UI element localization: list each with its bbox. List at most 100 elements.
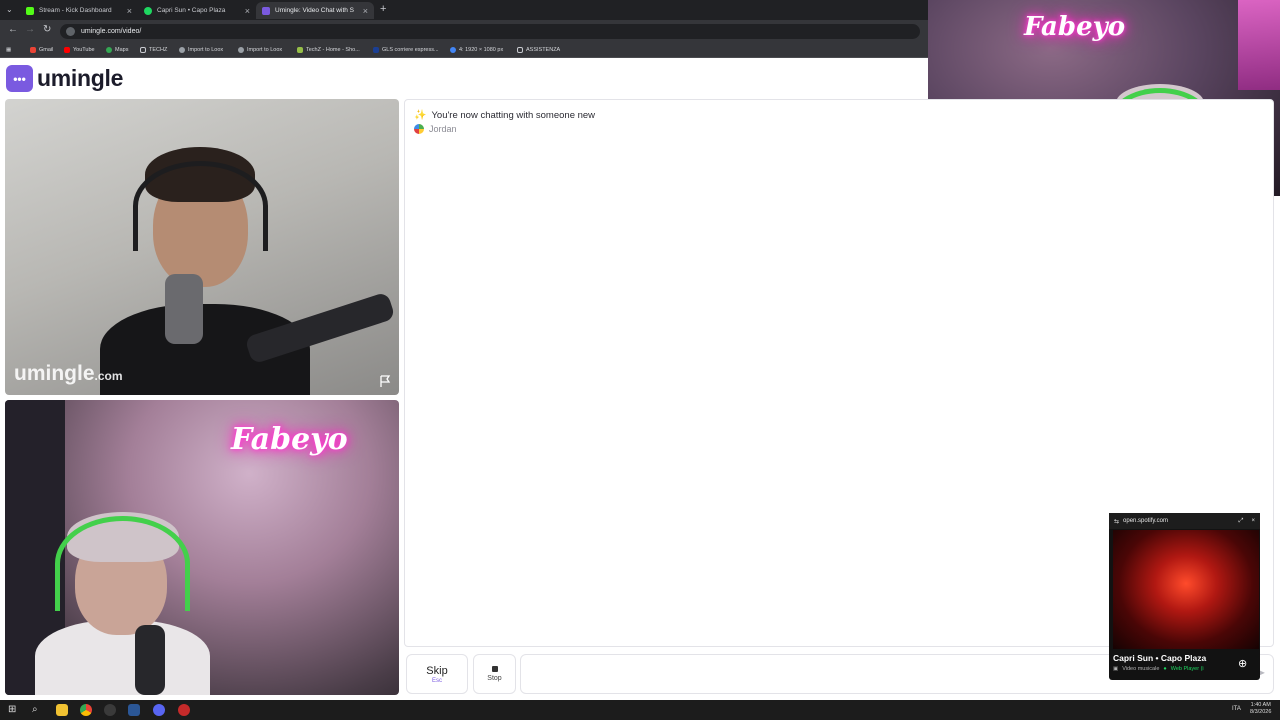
- bookmark-resolution[interactable]: 4: 1920 × 1080 px: [450, 45, 503, 55]
- folder-icon: [140, 47, 146, 53]
- umingle-watermark: umingle.com: [14, 362, 123, 386]
- bookmark-maps[interactable]: Maps: [106, 45, 128, 55]
- gmail-icon: [30, 47, 36, 53]
- bookmark-label: Import to Loox: [247, 47, 283, 53]
- chat-status-message: ✨ You're now chatting with someone new: [414, 110, 595, 121]
- stop-label: Stop: [487, 675, 502, 682]
- taskbar: [0, 700, 1280, 720]
- bookmark-label: TECHZ: [149, 47, 168, 53]
- chat-partner: Jordan: [414, 124, 457, 134]
- app-icon[interactable]: [128, 704, 140, 716]
- ruler-icon: [450, 47, 456, 53]
- windows-start-icon[interactable]: ⊞: [8, 704, 20, 716]
- watermark-text: umingle: [14, 362, 95, 385]
- clock-date: 8/3/2026: [1250, 709, 1272, 715]
- watermark-suffix: .com: [94, 369, 123, 383]
- new-tab-button[interactable]: +: [380, 3, 386, 15]
- bookmark-label: ASSISTENZA: [526, 47, 561, 53]
- bookmark-label: YouTube: [73, 47, 95, 53]
- spotify-domain: open.spotify.com: [1123, 518, 1168, 524]
- report-flag-icon[interactable]: [378, 374, 392, 388]
- reload-icon[interactable]: ↻: [43, 24, 51, 35]
- spotify-logo-icon: ●: [1163, 666, 1167, 672]
- country-flag-icon: [414, 124, 424, 134]
- bookmark-gmail[interactable]: Gmail: [30, 45, 53, 55]
- tab-label: Capri Sun • Capo Plaza: [157, 7, 226, 14]
- apps-icon[interactable]: ▦: [6, 45, 11, 55]
- bookmark-loox-2[interactable]: Import to Loox: [238, 45, 282, 55]
- headset-graphic: [133, 161, 268, 251]
- folder-icon: [517, 47, 523, 53]
- url-text: umingle.com/video/: [81, 28, 142, 35]
- close-icon[interactable]: ×: [1251, 518, 1255, 524]
- album-artwork: [1113, 530, 1259, 649]
- link-icon: ⇆: [1114, 518, 1120, 525]
- clock[interactable]: 1:40 AM 8/3/2026: [1250, 702, 1271, 716]
- add-icon[interactable]: ⊕: [1238, 657, 1247, 670]
- track-title[interactable]: Capri Sun • Capo Plaza: [1113, 653, 1206, 663]
- chat-bubble-icon: •••: [6, 65, 33, 92]
- neon-sign: Fabeyo: [1024, 12, 1126, 42]
- status-text: You're now chatting with someone new: [431, 110, 596, 121]
- bookmark-loox-1[interactable]: Import to Loox: [179, 45, 223, 55]
- site-logo[interactable]: ••• umingle: [6, 65, 123, 92]
- globe-icon: [179, 47, 185, 53]
- partner-name: Jordan: [429, 124, 457, 134]
- video-icon: ▣: [1113, 666, 1119, 672]
- maps-icon: [106, 47, 112, 53]
- track-subtitle: ▣ Video musicale ● Web Player (i: [1113, 666, 1204, 672]
- kick-icon: [26, 6, 34, 15]
- tab-kick-dashboard[interactable]: Stream - Kick Dashboard ×: [20, 2, 138, 19]
- subtitle-text: Video musicale: [1122, 666, 1160, 672]
- bookmark-label: GLS corriere espress...: [382, 47, 439, 53]
- bookmark-gls[interactable]: GLS corriere espress...: [373, 45, 439, 55]
- address-bar[interactable]: umingle.com/video/: [60, 24, 920, 39]
- bookmark-label: Gmail: [39, 47, 54, 53]
- stop-button[interactable]: Stop: [473, 654, 516, 694]
- obs-icon[interactable]: [104, 704, 116, 716]
- site-info-icon[interactable]: [66, 27, 75, 36]
- bookmark-assistenza[interactable]: ASSISTENZA: [517, 45, 560, 55]
- clock-time: 1:40 AM: [1250, 702, 1271, 708]
- tab-label: Stream - Kick Dashboard: [39, 7, 112, 14]
- shopify-icon: [297, 47, 303, 53]
- bookmark-label: Import to Loox: [188, 47, 224, 53]
- file-explorer-icon[interactable]: [56, 704, 68, 716]
- back-icon[interactable]: ←: [8, 24, 18, 35]
- app-icon[interactable]: [178, 704, 190, 716]
- stranger-video: [5, 99, 399, 395]
- chrome-icon[interactable]: [80, 704, 92, 716]
- headset-graphic: [55, 516, 190, 611]
- tab-umingle[interactable]: Umingle: Video Chat with S ×: [256, 2, 374, 19]
- tab-spotify[interactable]: Capri Sun • Capo Plaza ×: [138, 2, 256, 19]
- skip-shortcut-hint: Esc: [431, 677, 442, 684]
- gls-icon: [373, 47, 379, 53]
- bookmark-techz-home[interactable]: TechZ - Home - Sho...: [297, 45, 360, 55]
- tab-search-icon[interactable]: ⌄: [6, 5, 13, 14]
- close-icon[interactable]: ×: [245, 6, 250, 16]
- skip-label: Skip: [426, 664, 448, 677]
- neon-sign: Fabeyo: [231, 422, 348, 457]
- close-icon[interactable]: ×: [363, 6, 368, 16]
- skip-button[interactable]: Skip Esc: [406, 654, 468, 694]
- bookmark-label: Maps: [115, 47, 129, 53]
- search-icon[interactable]: ⌕: [32, 704, 44, 716]
- neon-light-graphic: [1238, 0, 1280, 90]
- youtube-icon: [64, 47, 70, 53]
- forward-icon[interactable]: →: [25, 24, 35, 35]
- bookmark-label: 4: 1920 × 1080 px: [459, 47, 504, 53]
- close-icon[interactable]: ×: [127, 6, 132, 16]
- self-video: Fabeyo: [5, 400, 399, 695]
- stop-icon: [491, 666, 498, 672]
- bookmark-techz[interactable]: TECHZ: [140, 45, 167, 55]
- party-icon: ✨: [414, 110, 427, 121]
- umingle-icon: [262, 6, 270, 15]
- microphone-graphic: [165, 274, 203, 344]
- bookmark-label: TechZ - Home - Sho...: [306, 47, 360, 53]
- bookmark-youtube[interactable]: YouTube: [64, 45, 95, 55]
- tab-label: Umingle: Video Chat with S: [275, 7, 355, 14]
- discord-icon[interactable]: [153, 704, 165, 716]
- spotify-icon: [144, 6, 152, 15]
- keyboard-language[interactable]: ITA: [1232, 706, 1241, 712]
- expand-icon[interactable]: ⤢: [1239, 518, 1244, 525]
